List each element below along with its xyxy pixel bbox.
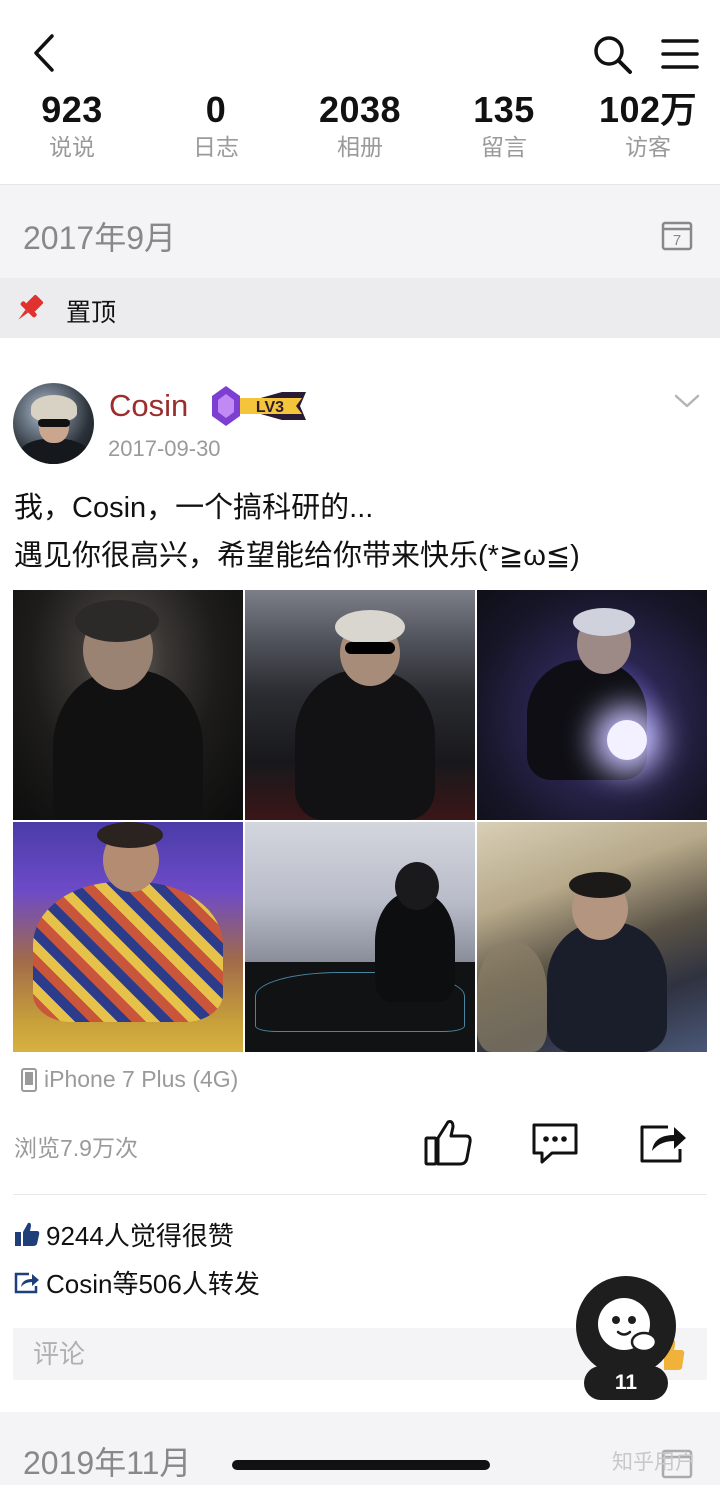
stat-albums[interactable]: 2038 相册 <box>288 88 432 168</box>
stat-visitors[interactable]: 102万 访客 <box>576 88 720 168</box>
photo-thumbnail[interactable] <box>245 590 475 820</box>
stat-value: 0 <box>205 89 227 130</box>
author-name[interactable]: Cosin <box>109 388 188 424</box>
floating-assistant-button[interactable] <box>576 1276 676 1376</box>
avatar[interactable] <box>13 383 94 464</box>
pinned-label: 置顶 <box>66 299 117 327</box>
shares-text: Cosin等506人转发 <box>46 1269 260 1299</box>
watermark: 知乎用户 <box>612 1451 696 1474</box>
month-section-header: 2017年9月 <box>0 185 720 278</box>
thumbs-up-icon <box>424 1120 472 1166</box>
likes-summary[interactable]: 9244人觉得很赞 <box>14 1216 234 1253</box>
menu-icon <box>661 39 699 69</box>
stat-blogs[interactable]: 0 日志 <box>144 88 288 168</box>
month-title: 2017年9月 <box>23 220 176 256</box>
calendar-icon[interactable]: 7 <box>661 219 693 251</box>
level-text: LV3 <box>256 399 284 416</box>
photo-thumbnail[interactable] <box>13 822 243 1052</box>
stat-value: 2038 <box>318 89 402 130</box>
post-date: 2017-09-30 <box>108 436 221 461</box>
photo-thumbnail[interactable] <box>245 822 475 1052</box>
comment-button[interactable] <box>530 1121 580 1165</box>
device-text: iPhone 7 Plus (4G) <box>44 1066 239 1092</box>
back-button[interactable] <box>22 30 66 76</box>
search-button[interactable] <box>588 30 636 78</box>
back-arrow-icon <box>34 34 54 72</box>
likes-text: 9244人觉得很赞 <box>46 1221 234 1251</box>
svg-text:7: 7 <box>673 232 681 249</box>
month-title: 2019年11月 <box>23 1445 192 1481</box>
home-indicator[interactable] <box>232 1460 490 1470</box>
share-icon <box>640 1125 686 1163</box>
stat-label: 说说 <box>49 134 95 160</box>
photo-grid <box>13 590 707 1052</box>
stat-value: 135 <box>473 89 535 130</box>
mascot-icon <box>598 1298 658 1353</box>
phone-icon <box>21 1067 37 1092</box>
divider <box>13 1194 707 1195</box>
stat-label: 相册 <box>337 134 383 160</box>
device-info: iPhone 7 Plus (4G) <box>20 1066 238 1093</box>
post-text-line: 我，Cosin，一个搞科研的... <box>14 492 374 524</box>
notification-badge[interactable]: 11 <box>584 1366 668 1400</box>
stat-posts[interactable]: 923 说说 <box>0 88 144 168</box>
stat-value: 923 <box>41 89 103 130</box>
share-icon <box>14 1272 39 1293</box>
post-text-line: 遇见你很高兴，希望能给你带来快乐(*≧ω≦) <box>14 540 580 572</box>
shares-summary[interactable]: Cosin等506人转发 <box>14 1264 260 1301</box>
stat-label: 留言 <box>481 134 527 160</box>
search-icon <box>594 36 632 74</box>
comment-icon <box>532 1123 578 1164</box>
profile-stats: 923 说说 0 日志 2038 相册 135 留言 102万 访客 <box>0 88 720 168</box>
level-badge[interactable]: LV3 <box>212 382 308 430</box>
post-body: 我，Cosin，一个搞科研的... 遇见你很高兴，希望能给你带来快乐(*≧ω≦) <box>14 484 714 580</box>
stat-label: 访客 <box>625 134 671 160</box>
photo-thumbnail[interactable] <box>477 590 707 820</box>
stat-messages[interactable]: 135 留言 <box>432 88 576 168</box>
pin-icon <box>18 294 44 320</box>
photo-thumbnail[interactable] <box>477 822 707 1052</box>
share-button[interactable] <box>638 1121 688 1165</box>
photo-thumbnail[interactable] <box>13 590 243 820</box>
stat-label: 日志 <box>193 134 239 160</box>
stat-value: 102万 <box>598 89 698 130</box>
menu-button[interactable] <box>656 30 704 78</box>
view-count: 浏览7.9万次 <box>14 1135 138 1161</box>
chevron-down-icon[interactable] <box>673 392 701 410</box>
thumbs-up-icon <box>15 1222 40 1246</box>
like-button[interactable] <box>422 1118 474 1168</box>
